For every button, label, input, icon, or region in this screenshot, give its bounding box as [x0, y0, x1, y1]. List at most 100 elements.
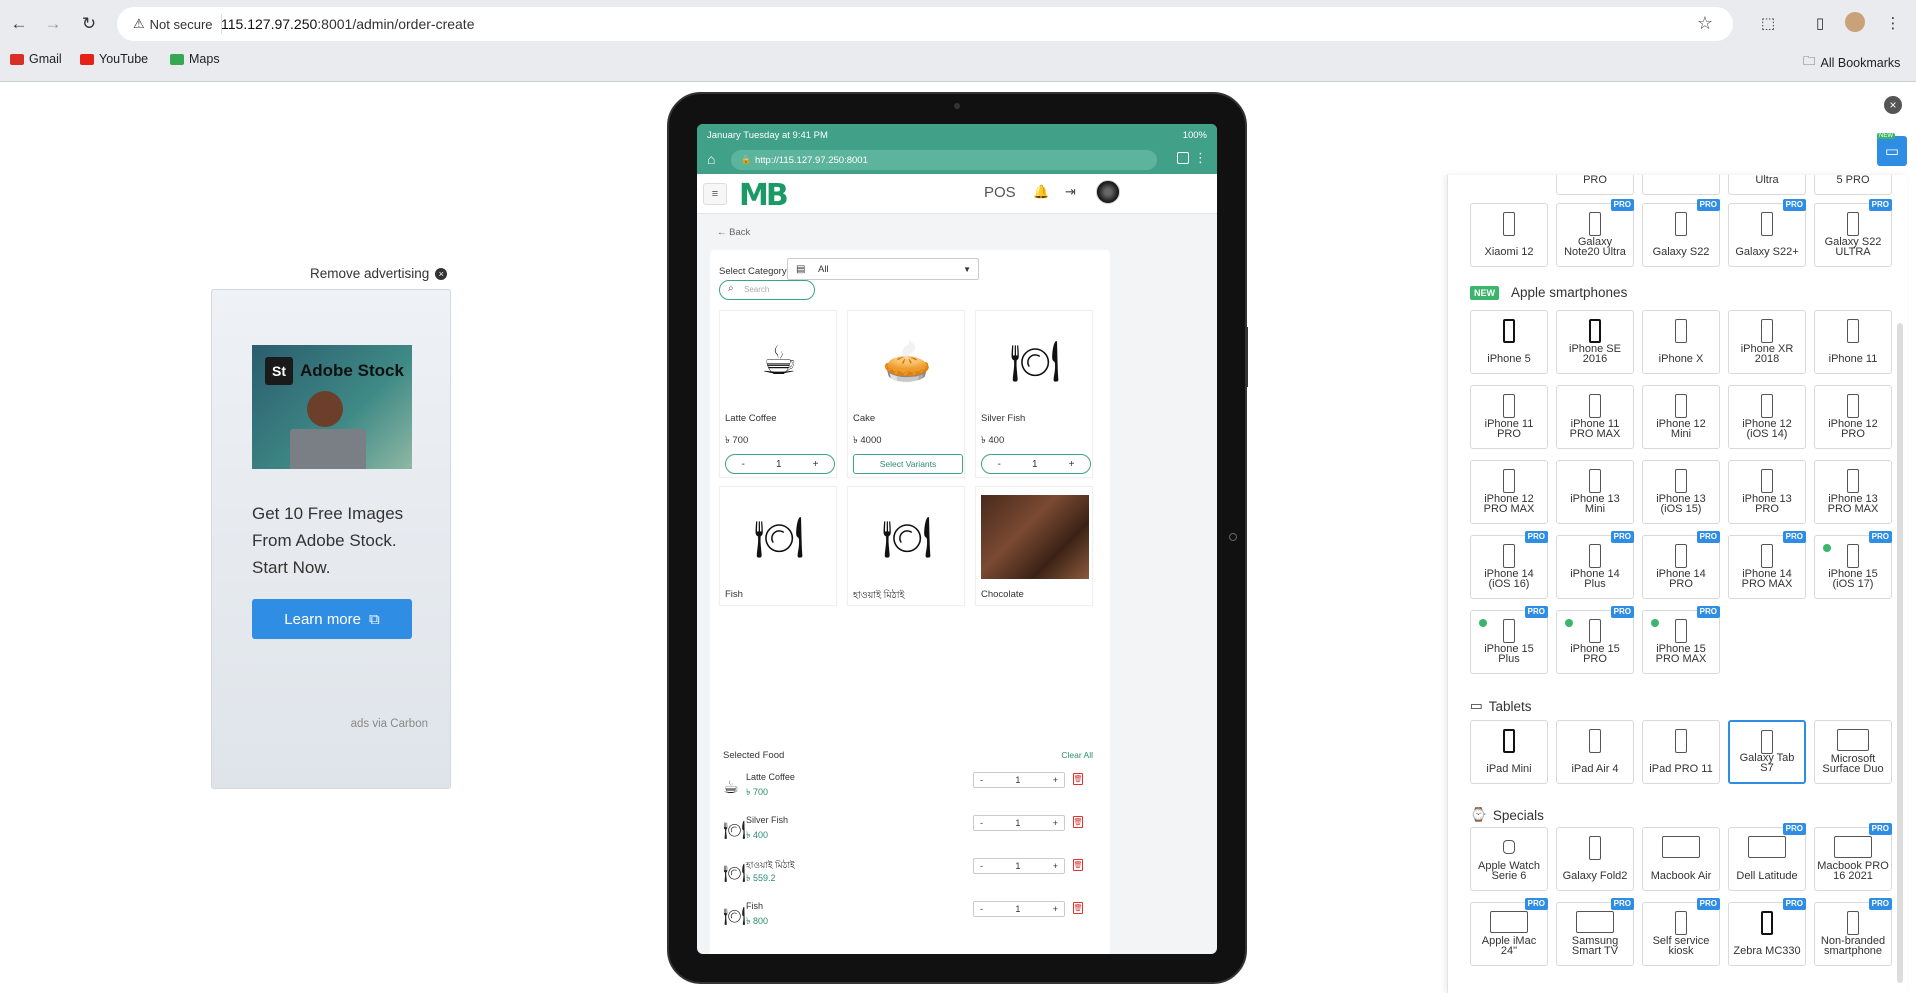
trash-icon[interactable]: 🗑: [1073, 859, 1083, 871]
home-icon[interactable]: ⌂: [707, 151, 715, 167]
device-iphone-15-ios-17[interactable]: iPhone 15 (iOS 17) PRO: [1814, 531, 1892, 599]
pos-link[interactable]: POS: [984, 184, 1016, 201]
device-non-branded-smartphone[interactable]: Non-branded smartphone PRO: [1814, 898, 1892, 966]
app-logo[interactable]: MB: [739, 178, 789, 213]
device-iphone-x[interactable]: iPhone X: [1642, 310, 1720, 374]
device-iphone-12-pro-max[interactable]: iPhone 12 PRO MAX: [1470, 460, 1548, 524]
device-samsung-smart-tv[interactable]: Samsung Smart TV PRO: [1556, 898, 1634, 966]
device-macbook-air[interactable]: Macbook Air: [1642, 827, 1720, 891]
device-galaxy-note20-ultra[interactable]: Galaxy Note20 Ultra PRO: [1556, 199, 1634, 267]
device-iphone-5[interactable]: iPhone 5: [1470, 310, 1548, 374]
device-iphone-15-plus[interactable]: iPhone 15 Plus PRO: [1470, 606, 1548, 674]
device-partial[interactable]: [1642, 175, 1720, 195]
device-ipad-pro-11[interactable]: iPad PRO 11: [1642, 720, 1720, 784]
device-iphone-12-mini[interactable]: iPhone 12 Mini: [1642, 385, 1720, 449]
logout-icon[interactable]: ⇥: [1065, 184, 1076, 200]
scrollbar[interactable]: [1897, 323, 1903, 983]
device-iphone-14-plus[interactable]: iPhone 14 Plus PRO: [1556, 531, 1634, 599]
plus-button[interactable]: +: [813, 459, 819, 470]
back-arrow-icon[interactable]: ←: [8, 13, 30, 35]
quantity-stepper[interactable]: -1 +: [725, 454, 835, 474]
device-zebra-mc330[interactable]: Zebra MC330 PRO: [1728, 898, 1806, 966]
trash-icon[interactable]: 🗑: [1073, 816, 1083, 828]
bookmark-maps[interactable]: Maps: [170, 52, 220, 66]
trash-icon[interactable]: 🗑: [1073, 902, 1083, 914]
forward-arrow-icon[interactable]: →: [42, 13, 64, 35]
device-microsoft-surface-duo[interactable]: Microsoft Surface Duo: [1814, 720, 1892, 784]
quantity-stepper[interactable]: -1 +: [973, 901, 1065, 917]
security-indicator[interactable]: ⚠ Not secure: [125, 14, 222, 34]
product-card[interactable]: 🍽 হাওয়াই মিঠাই: [847, 486, 965, 606]
bookmark-youtube[interactable]: YouTube: [80, 52, 148, 66]
device-iphone-se-2016[interactable]: iPhone SE 2016: [1556, 310, 1634, 374]
device-macbook-pro-16-2021[interactable]: Macbook PRO 16 2021 PRO: [1814, 823, 1892, 891]
device-apple-imac-24[interactable]: Apple iMac 24" PRO: [1470, 898, 1548, 966]
search-input[interactable]: ⌕ Search: [719, 280, 815, 300]
device-iphone-12-ios-14[interactable]: iPhone 12 (iOS 14): [1728, 385, 1806, 449]
device-iphone-14-pro-max[interactable]: iPhone 14 PRO MAX PRO: [1728, 531, 1806, 599]
quantity-stepper[interactable]: -1 +: [973, 815, 1065, 831]
close-icon[interactable]: ×: [1884, 96, 1902, 114]
clear-all-button[interactable]: Clear All: [1061, 750, 1093, 760]
device-galaxy-fold2[interactable]: Galaxy Fold2: [1556, 827, 1634, 891]
device-iphone-15-pro[interactable]: iPhone 15 PRO PRO: [1556, 606, 1634, 674]
product-card[interactable]: 🥧 Cake ৳ 4000 Select Variants: [847, 310, 965, 478]
device-xiaomi-12[interactable]: Xiaomi 12: [1470, 203, 1548, 267]
device-apple-watch-serie-6[interactable]: Apple Watch Serie 6: [1470, 827, 1548, 891]
device-partial[interactable]: PRO: [1556, 175, 1634, 195]
device-iphone-11-pro[interactable]: iPhone 11 PRO: [1470, 385, 1548, 449]
device-iphone-13-pro[interactable]: iPhone 13 PRO: [1728, 460, 1806, 524]
side-panel-icon[interactable]: ▯: [1809, 12, 1831, 34]
device-partial[interactable]: Ultra: [1728, 175, 1806, 195]
ad-image[interactable]: St Adobe Stock: [252, 345, 412, 469]
bookmark-gmail[interactable]: Gmail: [10, 52, 62, 66]
device-switcher-icon[interactable]: NEW ▭: [1877, 133, 1907, 166]
device-galaxy-s22[interactable]: Galaxy S22 PRO: [1642, 199, 1720, 267]
device-iphone-11[interactable]: iPhone 11: [1814, 310, 1892, 374]
device-dell-latitude[interactable]: Dell Latitude PRO: [1728, 823, 1806, 891]
device-iphone-14-pro[interactable]: iPhone 14 PRO PRO: [1642, 531, 1720, 599]
learn-more-button[interactable]: Learn more ⧉: [252, 599, 412, 639]
tabs-icon[interactable]: [1177, 152, 1189, 164]
device-iphone-11-pro-max[interactable]: iPhone 11 PRO MAX: [1556, 385, 1634, 449]
device-iphone-15-pro-max[interactable]: iPhone 15 PRO MAX PRO: [1642, 606, 1720, 674]
product-card[interactable]: 🍽 Fish: [719, 486, 837, 606]
device-iphone-13-ios-15[interactable]: iPhone 13 (iOS 15): [1642, 460, 1720, 524]
product-card[interactable]: 🍽 Silver Fish ৳ 400 -1 +: [975, 310, 1093, 478]
user-avatar[interactable]: [1096, 180, 1120, 204]
ad-via[interactable]: ads via Carbon: [351, 718, 428, 730]
bookmark-star-icon[interactable]: ☆: [1697, 13, 1713, 34]
plus-button[interactable]: +: [1053, 818, 1058, 828]
device-galaxy-s22-ultra[interactable]: Galaxy S22 ULTRA PRO: [1814, 199, 1892, 267]
product-card[interactable]: ☕ Latte Coffee ৳ 700 -1 +: [719, 310, 837, 478]
device-galaxy-s22[interactable]: Galaxy S22+ PRO: [1728, 199, 1806, 267]
minus-button[interactable]: -: [980, 818, 983, 828]
quantity-stepper[interactable]: -1 +: [973, 858, 1065, 874]
mobile-menu-icon[interactable]: ⋮: [1194, 150, 1207, 166]
bell-icon[interactable]: 🔔: [1033, 184, 1049, 200]
minus-button[interactable]: -: [980, 904, 983, 914]
device-iphone-13-mini[interactable]: iPhone 13 Mini: [1556, 460, 1634, 524]
device-ipad-air-4[interactable]: iPad Air 4: [1556, 720, 1634, 784]
menu-toggle-icon[interactable]: ≡: [703, 183, 727, 205]
profile-avatar[interactable]: [1845, 12, 1865, 32]
plus-button[interactable]: +: [1053, 861, 1058, 871]
select-variants-button[interactable]: Select Variants: [853, 454, 963, 474]
plus-button[interactable]: +: [1069, 459, 1075, 470]
trash-icon[interactable]: 🗑: [1073, 773, 1083, 785]
quantity-stepper[interactable]: -1 +: [981, 454, 1091, 474]
back-link[interactable]: ← Back: [717, 227, 750, 238]
device-iphone-14-ios-16[interactable]: iPhone 14 (iOS 16) PRO: [1470, 531, 1548, 599]
category-select[interactable]: ▤ All ▼: [787, 258, 979, 280]
device-ipad-mini[interactable]: iPad Mini: [1470, 720, 1548, 784]
device-galaxy-tab-s7[interactable]: Galaxy Tab S7: [1728, 720, 1806, 784]
product-card[interactable]: Chocolate: [975, 486, 1093, 606]
minus-button[interactable]: -: [742, 459, 745, 470]
device-iphone-12-pro[interactable]: iPhone 12 PRO: [1814, 385, 1892, 449]
remove-advertising-link[interactable]: Remove advertising ×: [310, 266, 448, 281]
plus-button[interactable]: +: [1053, 775, 1058, 785]
address-bar[interactable]: ⚠ Not secure 115.127.97.250:8001/admin/o…: [117, 7, 1733, 41]
plus-button[interactable]: +: [1053, 904, 1058, 914]
extensions-icon[interactable]: ⬚: [1757, 12, 1779, 34]
minus-button[interactable]: -: [980, 861, 983, 871]
